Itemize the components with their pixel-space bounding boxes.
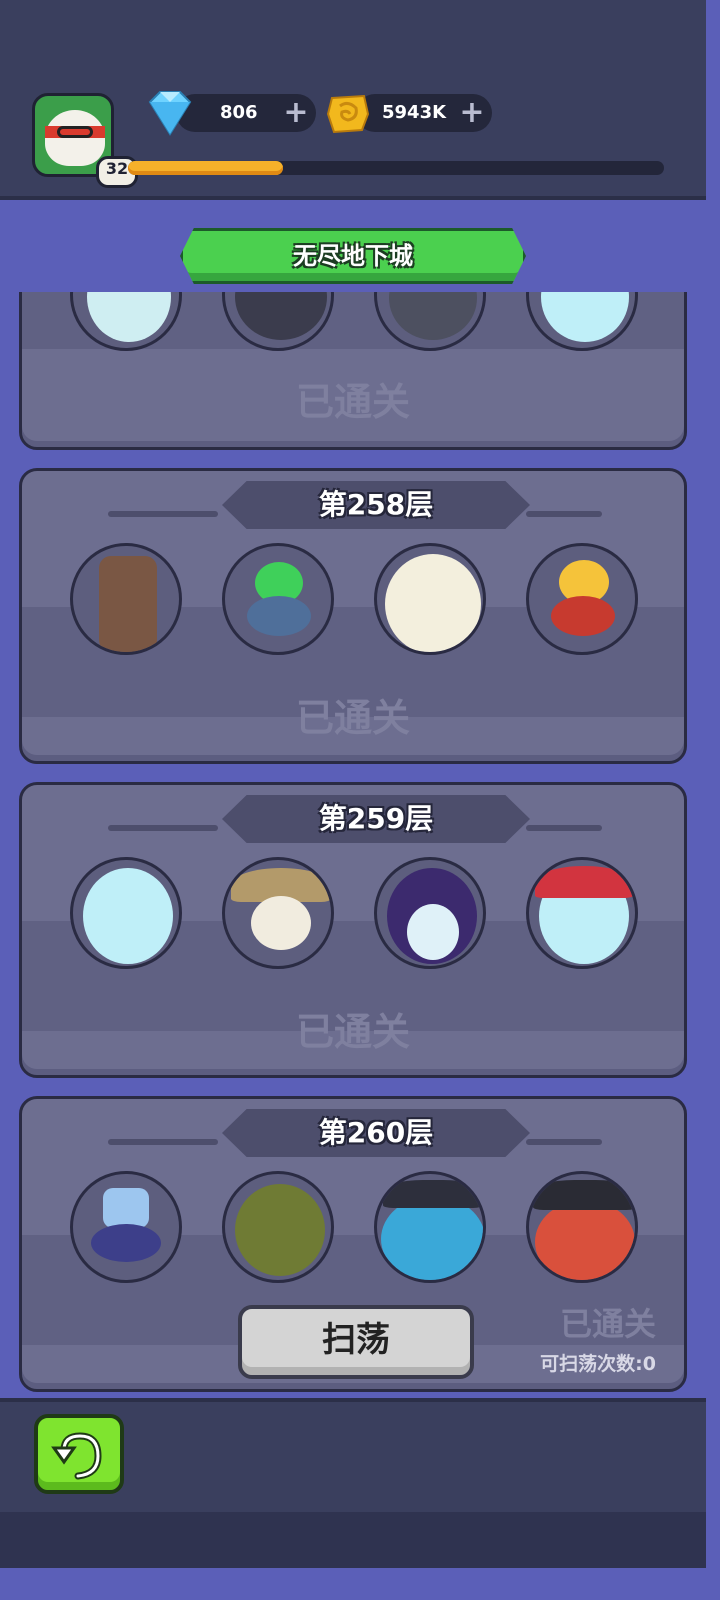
add-gold-plus-icon[interactable]: +	[458, 98, 486, 128]
back-button[interactable]	[34, 1414, 124, 1494]
ghost-monster-portrait[interactable]	[374, 543, 486, 655]
sweep-count: 可扫荡次数:0	[540, 1353, 656, 1375]
floor-card: 已通关	[19, 292, 687, 450]
pirate-captain-monster-portrait[interactable]	[526, 1171, 638, 1283]
back-arrow-icon	[51, 1432, 102, 1480]
floor-divider	[526, 511, 602, 517]
floor-divider	[526, 1139, 602, 1145]
red-bandana-ghost-monster-portrait[interactable]	[526, 857, 638, 969]
yellow-fly-monster-portrait[interactable]	[526, 543, 638, 655]
floor-card-260: 第260层 扫荡 已通关 可扫荡次数:0	[19, 1096, 687, 1392]
xp-progress-fill	[128, 161, 284, 175]
floor-label: 第258层	[318, 488, 434, 521]
add-gems-plus-icon[interactable]: +	[282, 98, 310, 128]
floor-divider	[108, 1139, 218, 1145]
avatar-glasses	[57, 126, 93, 138]
maid-monster-portrait[interactable]	[374, 857, 486, 969]
diamond-icon	[148, 91, 192, 136]
gold-counter: 5943K +	[356, 94, 492, 132]
cleared-status: 已通关	[559, 1305, 656, 1343]
sweep-button[interactable]: 扫荡	[238, 1305, 474, 1379]
horned-demon-monster-portrait[interactable]	[222, 1171, 334, 1283]
xp-progress-bar	[128, 161, 664, 175]
blue-gunner-monster-portrait[interactable]	[374, 1171, 486, 1283]
cleared-status: 已通关	[295, 696, 410, 740]
green-fly-monster-portrait[interactable]	[222, 543, 334, 655]
straw-hat-skeleton-monster-portrait[interactable]	[222, 857, 334, 969]
cleared-status: 已通关	[295, 380, 410, 424]
floor-label: 第259层	[318, 802, 434, 835]
floor-divider	[526, 825, 602, 831]
cleared-status: 已通关	[295, 1010, 410, 1054]
floor-card-259: 第259层 已通关	[19, 782, 687, 1078]
floor-label: 第260层	[318, 1116, 434, 1149]
page-title: 无尽地下城	[293, 242, 413, 270]
floor-card-258: 第258层 已通关	[19, 468, 687, 764]
floor-divider	[108, 511, 218, 517]
floor-list[interactable]: 已通关 第258层 已通关 第259层 已通关 第260层 扫荡 已通关 可扫荡…	[0, 292, 706, 1396]
avatar-face	[45, 110, 105, 166]
ice-fly-monster-portrait[interactable]	[70, 1171, 182, 1283]
floor-divider	[108, 825, 218, 831]
pirate-ghost-monster-portrait[interactable]	[70, 857, 182, 969]
gems-value: 806	[220, 102, 258, 123]
footer-strip	[0, 1512, 706, 1568]
gold-value: 5943K	[382, 102, 447, 123]
tree-stump-monster-portrait[interactable]	[70, 543, 182, 655]
gold-coin-icon	[326, 94, 370, 134]
